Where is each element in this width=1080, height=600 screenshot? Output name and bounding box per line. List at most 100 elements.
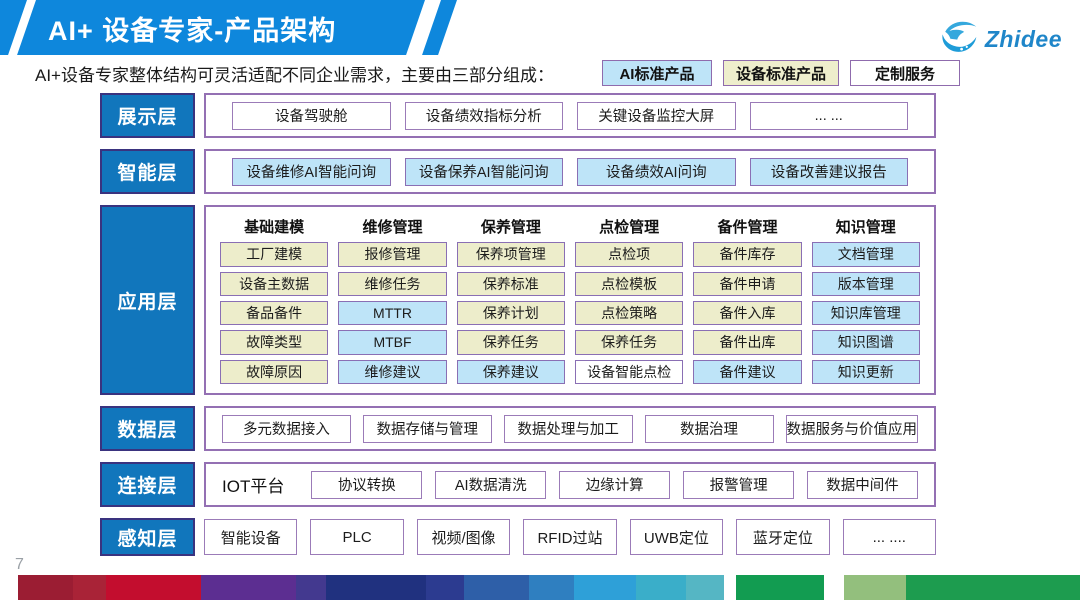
layer-intelligence: 智能层 设备维修AI智能问询 设备保养AI智能问询 设备绩效AI问询 设备改善建… <box>100 149 936 194</box>
strip-segment <box>529 575 574 600</box>
perception-strip: 智能设备 PLC 视频/图像 RFID过站 UWB定位 蓝牙定位 ... ...… <box>204 518 936 556</box>
strip-segment <box>824 575 844 600</box>
data-item: 数据存储与管理 <box>363 415 492 443</box>
iot-platform-label: IOT平台 <box>222 472 284 497</box>
app-cell: 维修任务 <box>338 272 446 296</box>
strip-segment <box>296 575 326 600</box>
legend-ai-standard: AI标准产品 <box>602 60 712 86</box>
app-cell: 点检模板 <box>575 272 683 296</box>
app-cell: 点检策略 <box>575 301 683 325</box>
slide: AI+ 设备专家-产品架构 Zhidee AI+设备专家整体结构可灵活适配不同企… <box>0 0 1080 600</box>
layer-container-connection: IOT平台 协议转换 AI数据清洗 边缘计算 报警管理 数据中间件 <box>204 462 936 507</box>
layer-application: 应用层 基础建模 工厂建模 设备主数据 备品备件 故障类型 故障原因 维修管理 … <box>100 205 936 395</box>
app-cell: 保养项管理 <box>457 242 565 266</box>
app-cell: MTTR <box>338 301 446 325</box>
app-cell: 报修管理 <box>338 242 446 266</box>
connection-item: 协议转换 <box>311 471 422 499</box>
strip-segment <box>326 575 426 600</box>
layer-container-data: 多元数据接入 数据存储与管理 数据处理与加工 数据治理 数据服务与价值应用 <box>204 406 936 451</box>
header-banner-stripe <box>422 0 457 55</box>
data-item: 多元数据接入 <box>222 415 351 443</box>
app-cell: 备件库存 <box>693 242 801 266</box>
app-cell: 备件建议 <box>693 360 801 384</box>
perception-item: RFID过站 <box>523 519 616 555</box>
layer-label-intelligence: 智能层 <box>100 149 195 194</box>
app-column-inspection: 点检管理 点检项 点检模板 点检策略 保养任务 设备智能点检 <box>575 215 683 384</box>
perception-item: PLC <box>310 519 403 555</box>
app-cell: 保养标准 <box>457 272 565 296</box>
app-cell: 设备主数据 <box>220 272 328 296</box>
display-item: 设备绩效指标分析 <box>405 102 564 130</box>
strip-segment <box>844 575 906 600</box>
app-column-header: 点检管理 <box>575 215 683 237</box>
app-cell: 工厂建模 <box>220 242 328 266</box>
connection-item: 数据中间件 <box>807 471 918 499</box>
connection-item: AI数据清洗 <box>435 471 546 499</box>
intro-text: AI+设备专家整体结构可灵活适配不同企业需求，主要由三部分组成： <box>35 61 554 86</box>
app-column-header: 备件管理 <box>693 215 801 237</box>
app-cell: 版本管理 <box>812 272 920 296</box>
app-column-repair: 维修管理 报修管理 维修任务 MTTR MTBF 维修建议 <box>338 215 446 384</box>
app-cell: 保养任务 <box>457 330 565 354</box>
app-cell: 保养计划 <box>457 301 565 325</box>
app-cell: 知识库管理 <box>812 301 920 325</box>
app-column-maintenance: 保养管理 保养项管理 保养标准 保养计划 保养任务 保养建议 <box>457 215 565 384</box>
layer-container-application: 基础建模 工厂建模 设备主数据 备品备件 故障类型 故障原因 维修管理 报修管理… <box>204 205 936 395</box>
strip-segment <box>724 575 736 600</box>
strip-segment <box>574 575 636 600</box>
app-cell: 备件出库 <box>693 330 801 354</box>
data-item: 数据处理与加工 <box>504 415 633 443</box>
layer-display: 展示层 设备驾驶舱 设备绩效指标分析 关键设备监控大屏 ... ... <box>100 93 936 138</box>
perception-item: 蓝牙定位 <box>736 519 829 555</box>
architecture-layers: 展示层 设备驾驶舱 设备绩效指标分析 关键设备监控大屏 ... ... 智能层 … <box>100 93 936 556</box>
intelligence-item: 设备维修AI智能问询 <box>232 158 391 186</box>
app-cell: MTBF <box>338 330 446 354</box>
layer-label-display: 展示层 <box>100 93 195 138</box>
strip-segment <box>464 575 529 600</box>
strip-segment <box>736 575 824 600</box>
layer-label-perception: 感知层 <box>100 518 195 556</box>
connection-item: 报警管理 <box>683 471 794 499</box>
strip-segment <box>426 575 464 600</box>
app-cell: 故障类型 <box>220 330 328 354</box>
legend: AI标准产品 设备标准产品 定制服务 <box>602 60 960 86</box>
app-cell: 维修建议 <box>338 360 446 384</box>
app-cell: 点检项 <box>575 242 683 266</box>
app-cell: 备品备件 <box>220 301 328 325</box>
perception-item-more: ... .... <box>843 519 936 555</box>
app-cell: 保养建议 <box>457 360 565 384</box>
connection-item: 边缘计算 <box>559 471 670 499</box>
strip-segment <box>106 575 201 600</box>
intelligence-item: 设备改善建议报告 <box>750 158 909 186</box>
app-cell: 知识更新 <box>812 360 920 384</box>
logo-swirl-icon <box>938 18 980 61</box>
layer-label-connection: 连接层 <box>100 462 195 507</box>
layer-connection: 连接层 IOT平台 协议转换 AI数据清洗 边缘计算 报警管理 数据中间件 <box>100 462 936 507</box>
display-item: 设备驾驶舱 <box>232 102 391 130</box>
layer-container-intelligence: 设备维修AI智能问询 设备保养AI智能问询 设备绩效AI问询 设备改善建议报告 <box>204 149 936 194</box>
app-cell: 备件入库 <box>693 301 801 325</box>
app-cell: 设备智能点检 <box>575 360 683 384</box>
strip-segment <box>906 575 1080 600</box>
strip-segment <box>73 575 106 600</box>
display-item: 关键设备监控大屏 <box>577 102 736 130</box>
layer-perception: 感知层 智能设备 PLC 视频/图像 RFID过站 UWB定位 蓝牙定位 ...… <box>100 518 936 556</box>
strip-segment <box>18 575 73 600</box>
layer-label-application: 应用层 <box>100 205 195 395</box>
strip-segment <box>686 575 724 600</box>
app-cell: 文档管理 <box>812 242 920 266</box>
logo-text: Zhidee <box>985 26 1062 53</box>
data-item: 数据服务与价值应用 <box>786 415 919 443</box>
legend-device-standard: 设备标准产品 <box>723 60 839 86</box>
strip-segment <box>636 575 686 600</box>
perception-item: UWB定位 <box>630 519 723 555</box>
perception-item: 视频/图像 <box>417 519 510 555</box>
strip-segment <box>201 575 296 600</box>
display-item-more: ... ... <box>750 102 909 130</box>
intelligence-item: 设备保养AI智能问询 <box>405 158 564 186</box>
app-cell: 备件申请 <box>693 272 801 296</box>
app-column-header: 知识管理 <box>812 215 920 237</box>
app-column-header: 基础建模 <box>220 215 328 237</box>
intelligence-item: 设备绩效AI问询 <box>577 158 736 186</box>
data-item: 数据治理 <box>645 415 774 443</box>
